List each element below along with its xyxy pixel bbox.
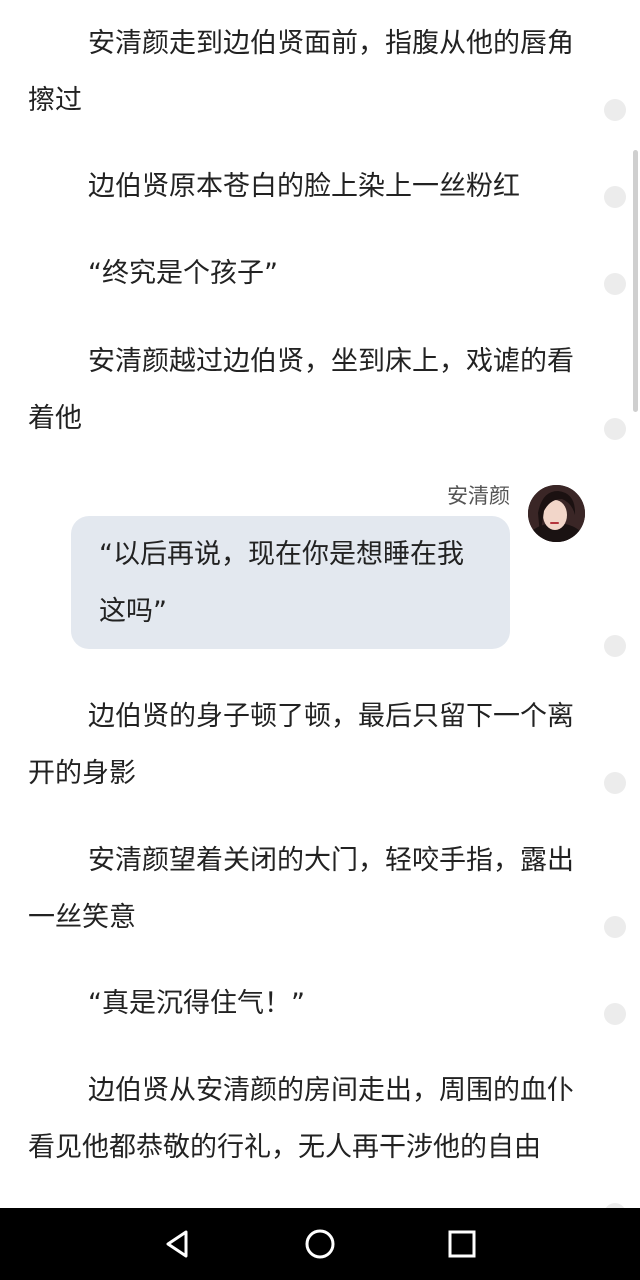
- avatar-portrait: [528, 485, 585, 542]
- paragraph-comment-dot[interactable]: [604, 99, 626, 121]
- avatar[interactable]: [528, 485, 585, 542]
- dialogue-text: “以后再说，现在你是想睡在我这吗”: [99, 539, 464, 627]
- scrollbar[interactable]: [633, 150, 638, 412]
- home-button[interactable]: [300, 1224, 340, 1264]
- navigation-bar: [0, 1208, 640, 1280]
- paragraph: 边伯贤从安清颜的房间走出，周围的血仆看见他都恭敬的行礼，无人再干涉他的自由: [28, 1075, 574, 1163]
- paragraph: 边伯贤的身子顿了顿，最后只留下一个离开的身影: [28, 701, 574, 789]
- back-icon: [166, 1230, 188, 1258]
- paragraph: “终究是个孩子”: [88, 258, 278, 289]
- paragraph-comment-dot[interactable]: [604, 186, 626, 208]
- home-icon: [305, 1229, 335, 1259]
- reader-content[interactable]: 安清颜走到边伯贤面前，指腹从他的唇角擦过 边伯贤原本苍白的脸上染上一丝粉红 “终…: [0, 0, 640, 1208]
- paragraph-comment-dot[interactable]: [604, 418, 626, 440]
- recents-button[interactable]: [442, 1224, 482, 1264]
- back-button[interactable]: [158, 1224, 198, 1264]
- paragraph: 安清颜走到边伯贤面前，指腹从他的唇角擦过: [28, 28, 574, 116]
- dialogue-bubble[interactable]: “以后再说，现在你是想睡在我这吗”: [71, 516, 510, 649]
- recents-icon: [448, 1230, 476, 1258]
- paragraph: “真是沉得住气！”: [88, 988, 305, 1019]
- paragraph-comment-dot[interactable]: [604, 772, 626, 794]
- speaker-name: 安清颜: [447, 484, 510, 508]
- paragraph-comment-dot[interactable]: [604, 635, 626, 657]
- paragraph: 边伯贤原本苍白的脸上染上一丝粉红: [88, 171, 520, 202]
- paragraph: 安清颜越过边伯贤，坐到床上，戏谑的看着他: [28, 346, 574, 434]
- paragraph-comment-dot[interactable]: [604, 1003, 626, 1025]
- paragraph: 安清颜望着关闭的大门，轻咬手指，露出一丝笑意: [28, 845, 574, 933]
- paragraph-comment-dot[interactable]: [604, 273, 626, 295]
- paragraph-comment-dot[interactable]: [604, 916, 626, 938]
